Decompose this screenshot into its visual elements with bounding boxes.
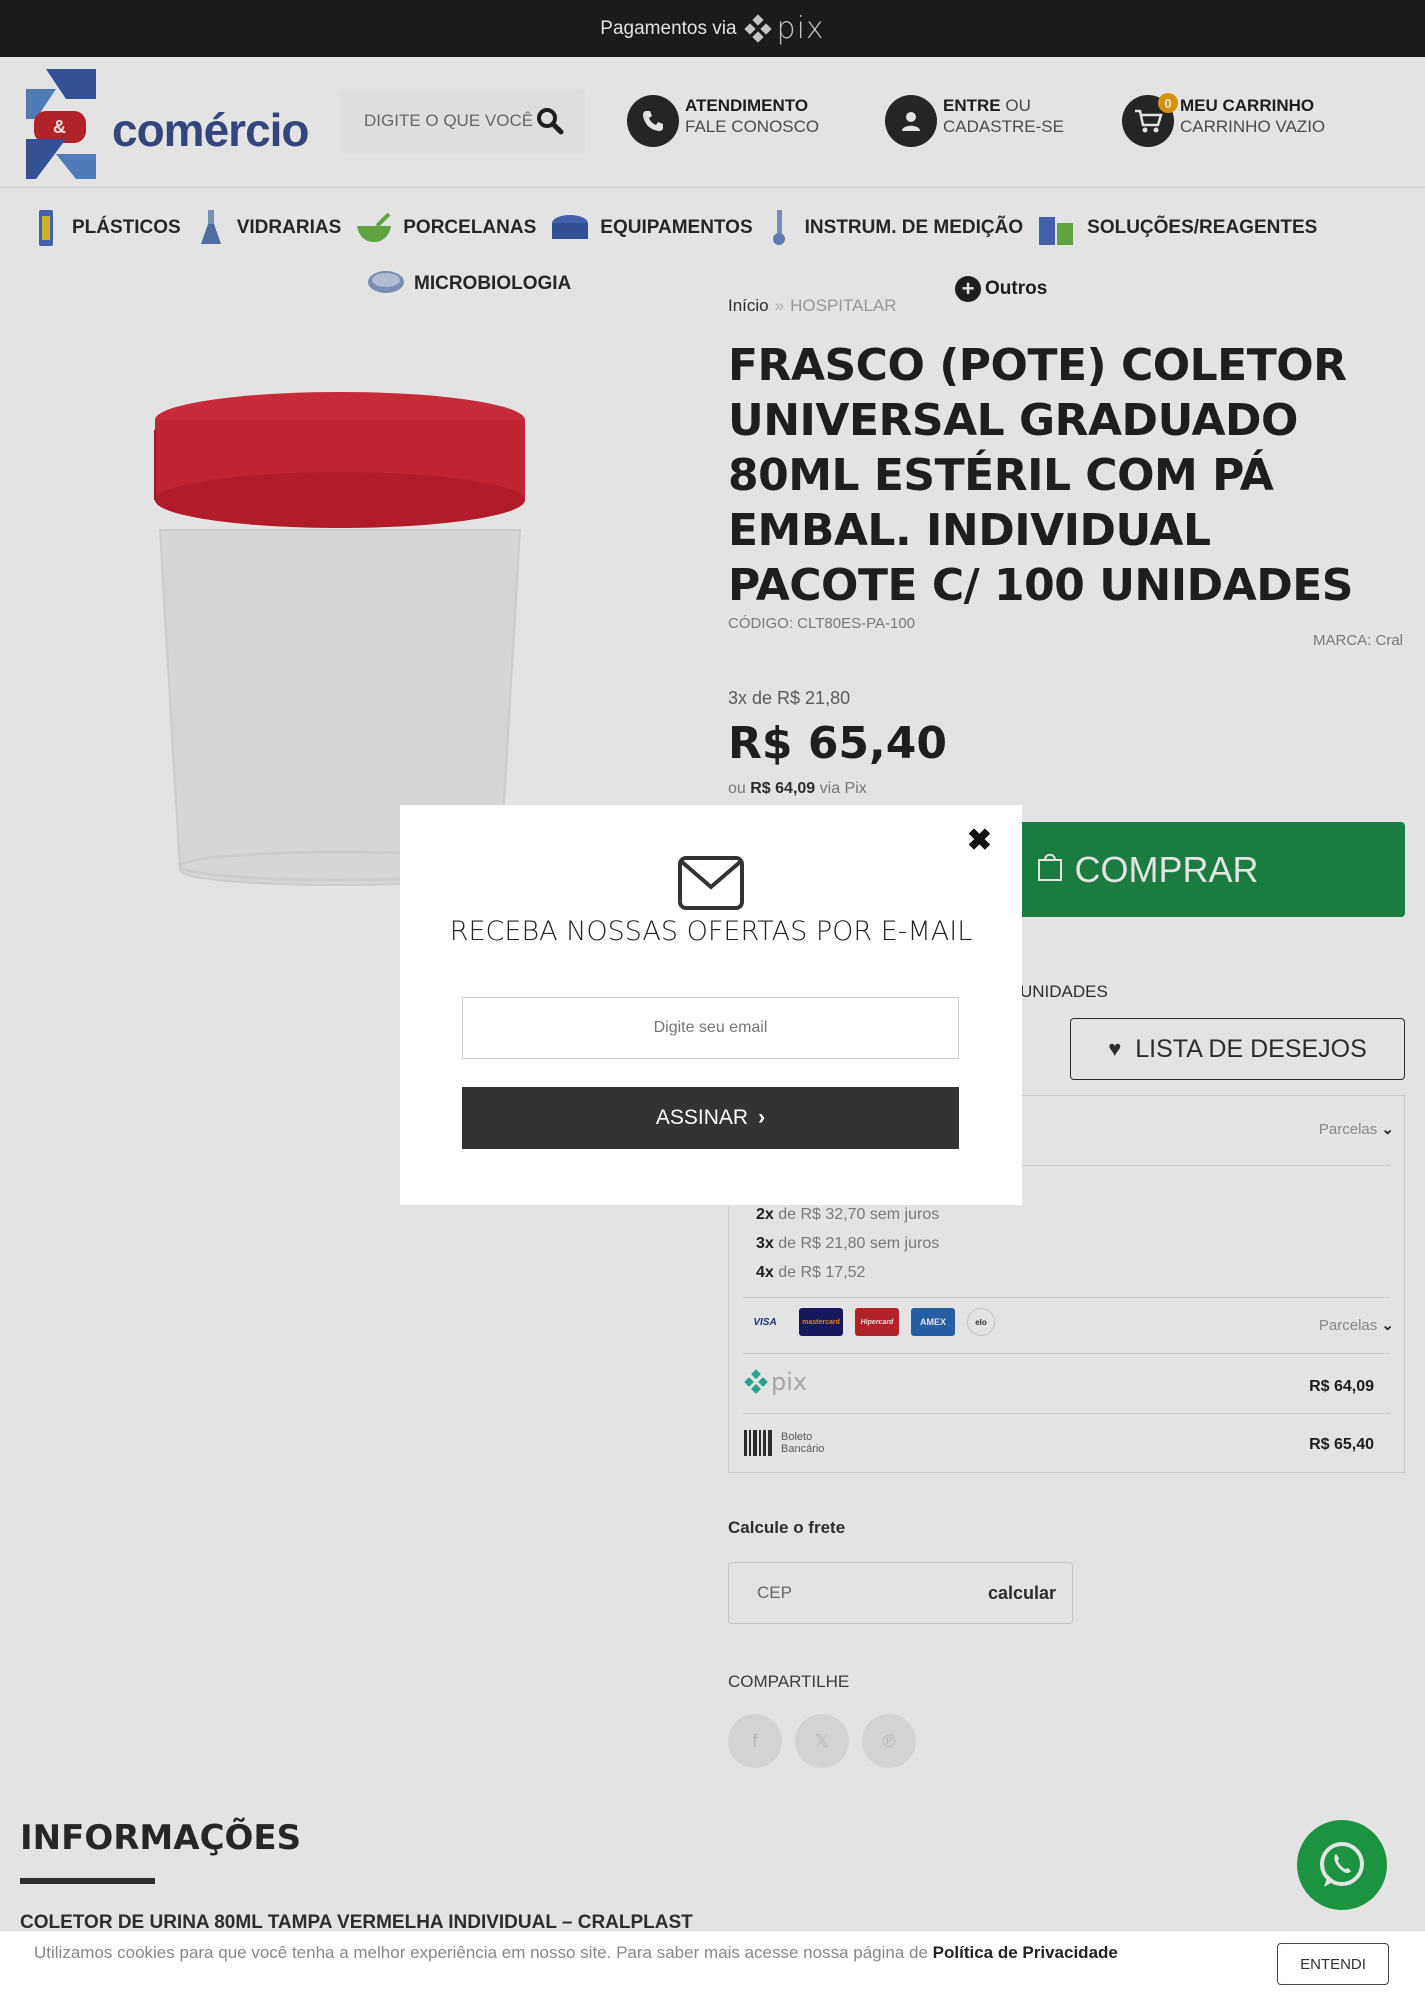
subscribe-button[interactable]: ASSINAR › — [462, 1087, 959, 1149]
cookie-message: Utilizamos cookies para que você tenha a… — [34, 1939, 1254, 1966]
newsletter-modal: ✖ RECEBA NOSSAS OFERTAS POR E-MAIL ASSIN… — [400, 805, 1022, 1205]
chevron-right-icon: › — [758, 1106, 766, 1129]
email-input[interactable] — [462, 997, 959, 1059]
cookie-banner: Utilizamos cookies para que você tenha a… — [0, 1930, 1425, 1995]
cookie-text: Utilizamos cookies para que você tenha a… — [34, 1943, 928, 1962]
close-icon[interactable]: ✖ — [967, 823, 992, 858]
modal-title: RECEBA NOSSAS OFERTAS POR E-MAIL — [449, 916, 973, 947]
privacy-policy-link[interactable]: Política de Privacidade — [933, 1943, 1118, 1962]
envelope-icon — [678, 856, 744, 910]
subscribe-label: ASSINAR — [655, 1106, 749, 1129]
cookie-accept-button[interactable]: ENTENDI — [1277, 1943, 1389, 1985]
